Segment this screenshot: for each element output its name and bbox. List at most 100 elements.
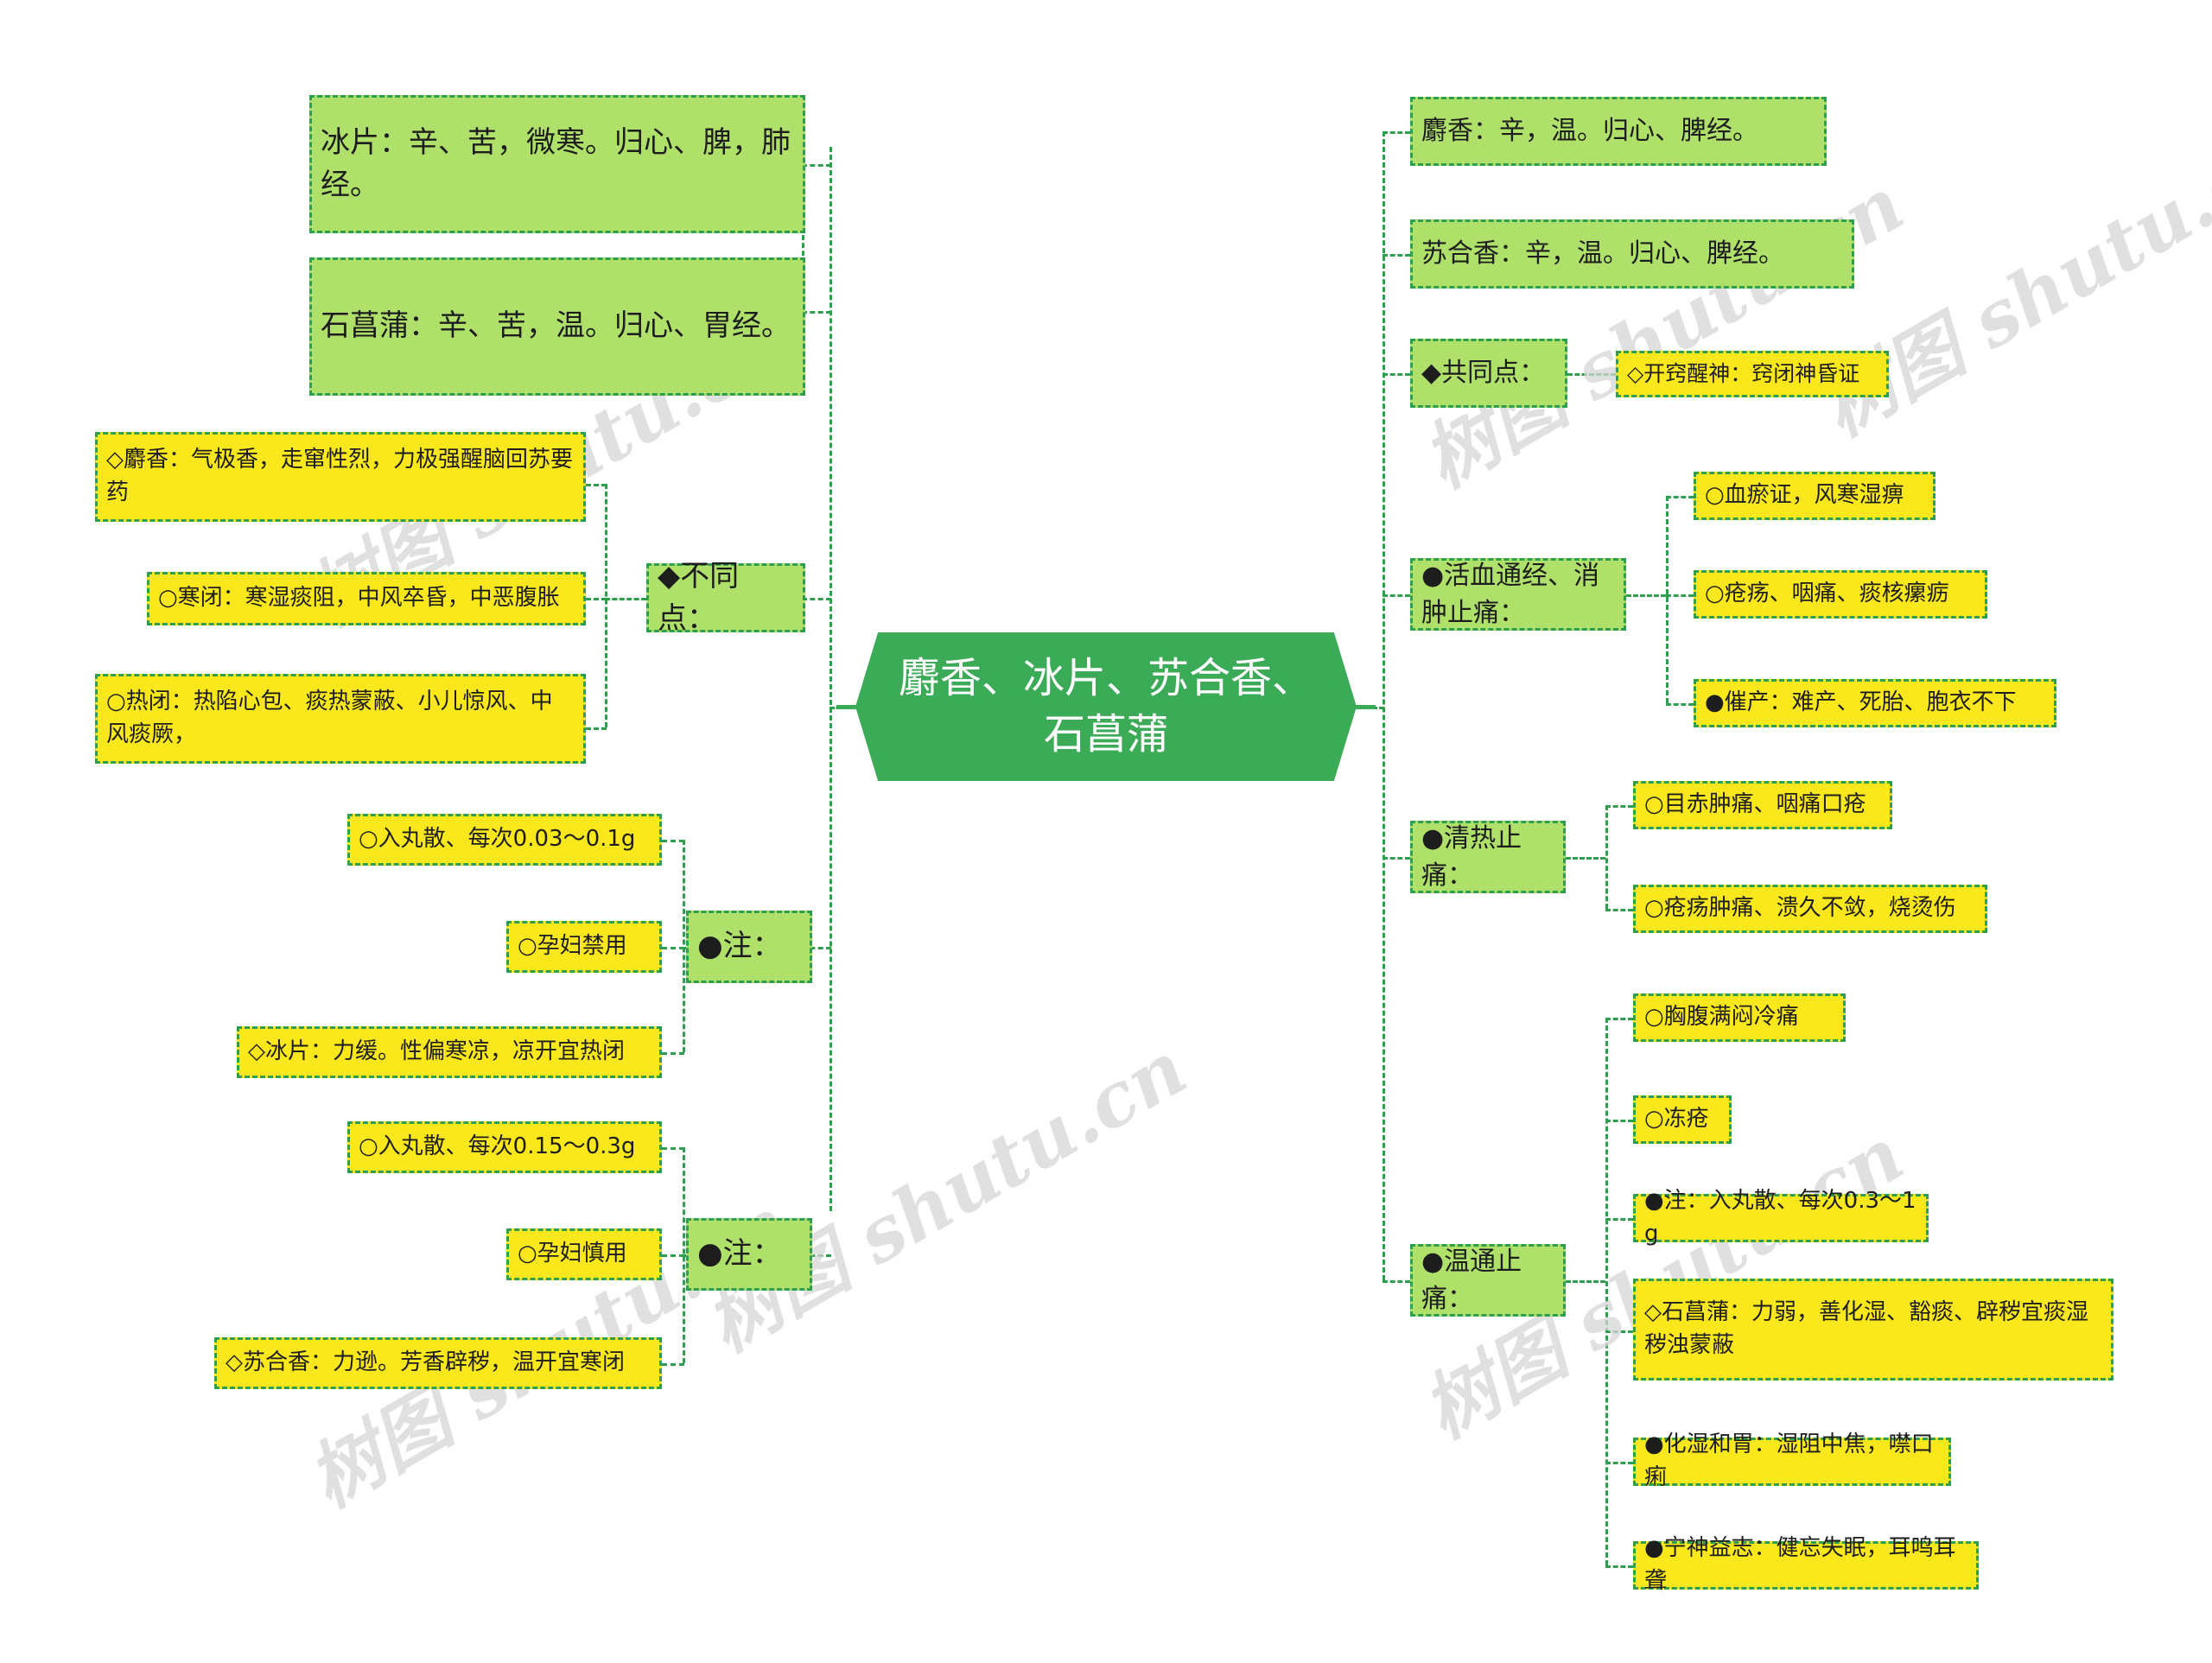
connector bbox=[1605, 909, 1633, 911]
node-label: ○入丸散、每次0.03～0.1g bbox=[359, 826, 636, 853]
node-label: 石菖蒲：辛、苦，温。归心、胃经。 bbox=[321, 308, 791, 344]
right-leaf-node[interactable]: ○胸腹满闷冷痛 bbox=[1633, 993, 1846, 1042]
right-leaf-node[interactable]: ●化湿和胃：湿阻中焦，噤口痢 bbox=[1633, 1431, 1951, 1490]
node-label: ●注： bbox=[697, 1236, 782, 1272]
connector bbox=[802, 164, 831, 167]
connector bbox=[830, 147, 832, 1211]
connector bbox=[1605, 805, 1608, 909]
connector bbox=[662, 1254, 684, 1257]
right-branch-warmflow[interactable]: ●温通止痛： bbox=[1410, 1244, 1566, 1317]
node-label: ○孕妇禁用 bbox=[518, 933, 627, 960]
right-leaf-node[interactable]: ●催产：难产、死胎、胞衣不下 bbox=[1694, 679, 2056, 727]
connector bbox=[662, 1052, 684, 1055]
right-leaf-node[interactable]: ○疮疡肿痛、溃久不敛，烧烫伤 bbox=[1633, 885, 1987, 933]
right-leaf-node[interactable]: ◇开窍醒神：窍闭神昏证 bbox=[1616, 351, 1889, 397]
connector bbox=[1666, 703, 1694, 706]
connector bbox=[1605, 1218, 1633, 1221]
left-branch-note[interactable]: ●注： bbox=[686, 1218, 812, 1291]
connector bbox=[586, 484, 607, 486]
right-property-node[interactable]: 苏合香：辛，温。归心、脾经。 bbox=[1410, 219, 1854, 289]
node-label: ◇苏合香：力逊。芳香辟秽，温开宜寒闭 bbox=[226, 1349, 625, 1376]
right-leaf-node[interactable]: ○疮疡、咽痛、痰核瘰疬 bbox=[1694, 570, 1987, 619]
connector bbox=[1605, 1565, 1633, 1568]
connector bbox=[1566, 1280, 1605, 1283]
left-leaf-node[interactable]: ◇苏合香：力逊。芳香辟秽，温开宜寒闭 bbox=[214, 1337, 662, 1389]
node-label: 麝香：辛，温。归心、脾经。 bbox=[1421, 116, 1758, 147]
right-branch-common[interactable]: ◆共同点： bbox=[1410, 339, 1567, 408]
connector bbox=[1566, 857, 1605, 860]
connector bbox=[1382, 1280, 1410, 1283]
left-leaf-node[interactable]: ○寒闭：寒湿痰阻，中风卒昏，中恶腹胀 bbox=[147, 572, 586, 625]
left-property-node[interactable]: 石菖蒲：辛、苦，温。归心、胃经。 bbox=[309, 257, 805, 396]
connector bbox=[662, 1363, 684, 1366]
left-property-node[interactable]: 冰片：辛、苦，微寒。归心、脾，肺经。 bbox=[309, 95, 805, 233]
node-label: ◆共同点： bbox=[1421, 358, 1546, 389]
connector bbox=[605, 484, 607, 727]
connector bbox=[662, 947, 684, 949]
node-label: ○入丸散、每次0.15～0.3g bbox=[359, 1133, 636, 1160]
connector bbox=[1605, 1462, 1633, 1464]
connector bbox=[1605, 1120, 1633, 1122]
connector bbox=[586, 598, 607, 600]
watermark: 树图 shutu.cn bbox=[1408, 161, 1918, 505]
right-branch-invigorate[interactable]: ●活血通经、消肿止痛： bbox=[1410, 558, 1626, 631]
connector bbox=[662, 840, 684, 842]
left-branch-differences[interactable]: ◆不同点： bbox=[646, 559, 805, 636]
right-leaf-node[interactable]: ◇石菖蒲：力弱，善化湿、豁痰、辟秽宜痰湿秽浊蒙蔽 bbox=[1633, 1279, 2113, 1381]
node-label: ◇冰片：力缓。性偏寒凉，凉开宜热闭 bbox=[248, 1038, 625, 1065]
node-label: ●温通止痛： bbox=[1421, 1246, 1522, 1315]
connector bbox=[1382, 594, 1410, 597]
connector bbox=[1567, 373, 1616, 376]
connector bbox=[1382, 131, 1410, 134]
left-leaf-node[interactable]: ○孕妇慎用 bbox=[506, 1228, 662, 1280]
right-property-node[interactable]: 麝香：辛，温。归心、脾经。 bbox=[1410, 97, 1827, 166]
mindmap-canvas: 树图 shutu.cn 树图 shutu.cn 树图 shutu.cn 树图 s… bbox=[0, 0, 2212, 1663]
node-label: ●注： bbox=[697, 929, 782, 964]
connector bbox=[1605, 1330, 1633, 1333]
node-label: ◇石菖蒲：力弱，善化湿、豁痰、辟秽宜痰湿秽浊蒙蔽 bbox=[1644, 1299, 2088, 1358]
connector bbox=[1382, 373, 1410, 376]
node-label: ○冻疮 bbox=[1644, 1106, 1709, 1133]
left-leaf-node[interactable]: ○孕妇禁用 bbox=[506, 921, 662, 973]
right-leaf-node[interactable]: ●注：入丸散、每次0.3～1g bbox=[1633, 1188, 1929, 1247]
root-node[interactable]: 麝香、冰片、苏合香、石菖蒲 bbox=[855, 632, 1357, 781]
right-leaf-node[interactable]: ○冻疮 bbox=[1633, 1095, 1732, 1144]
node-label: ○目赤肿痛、咽痛口疮 bbox=[1644, 791, 1866, 818]
connector bbox=[1605, 1018, 1608, 1565]
node-label: 冰片：辛、苦，微寒。归心、脾，肺经。 bbox=[321, 124, 791, 202]
node-label: ○热闭：热陷心包、痰热蒙蔽、小儿惊风、中风痰厥， bbox=[106, 689, 553, 747]
connector bbox=[1382, 857, 1410, 860]
connector bbox=[1666, 594, 1694, 597]
left-leaf-node[interactable]: ◇麝香：气极香，走窜性烈，力极强醒脑回苏要药 bbox=[95, 432, 586, 522]
right-leaf-node[interactable]: ○目赤肿痛、咽痛口疮 bbox=[1633, 781, 1892, 829]
node-label: ○胸腹满闷冷痛 bbox=[1644, 1004, 1799, 1031]
connector bbox=[662, 1147, 684, 1150]
connector bbox=[1666, 496, 1669, 703]
node-label: ○疮疡肿痛、溃久不敛，烧烫伤 bbox=[1644, 895, 1956, 922]
connector bbox=[1626, 594, 1666, 597]
right-leaf-node[interactable]: ●宁神益志：健忘失眠，耳鸣耳聋 bbox=[1633, 1535, 1979, 1594]
watermark: 树图 shutu.cn bbox=[691, 1025, 1201, 1369]
node-label: ●活血通经、消肿止痛： bbox=[1421, 560, 1600, 629]
connector bbox=[1666, 496, 1694, 498]
node-label: ◇麝香：气极香，走窜性烈，力极强醒脑回苏要药 bbox=[106, 447, 573, 505]
root-stub-right bbox=[1353, 705, 1376, 709]
node-label: ●宁神益志：健忘失眠，耳鸣耳聋 bbox=[1644, 1535, 1956, 1594]
left-leaf-node[interactable]: ○入丸散、每次0.15～0.3g bbox=[347, 1121, 662, 1173]
connector bbox=[1605, 1018, 1633, 1020]
connector bbox=[802, 598, 831, 600]
node-label: ○孕妇慎用 bbox=[518, 1241, 627, 1267]
left-branch-note[interactable]: ●注： bbox=[686, 911, 812, 983]
right-branch-clearheat[interactable]: ●清热止痛： bbox=[1410, 821, 1566, 893]
connector bbox=[683, 840, 685, 1052]
connector bbox=[605, 598, 646, 600]
node-label: ○疮疡、咽痛、痰核瘰疬 bbox=[1705, 581, 1949, 607]
node-label: ●清热止痛： bbox=[1421, 822, 1522, 892]
left-leaf-node[interactable]: ○热闭：热陷心包、痰热蒙蔽、小儿惊风、中风痰厥， bbox=[95, 674, 586, 764]
right-leaf-node[interactable]: ○血瘀证，风寒湿痹 bbox=[1694, 472, 1936, 520]
node-label: ●化湿和胃：湿阻中焦，噤口痢 bbox=[1644, 1431, 1934, 1490]
left-leaf-node[interactable]: ◇冰片：力缓。性偏寒凉，凉开宜热闭 bbox=[237, 1026, 662, 1078]
left-leaf-node[interactable]: ○入丸散、每次0.03～0.1g bbox=[347, 814, 662, 866]
node-label: ●注：入丸散、每次0.3～1g bbox=[1644, 1188, 1916, 1247]
node-label: ◆不同点： bbox=[658, 558, 740, 636]
